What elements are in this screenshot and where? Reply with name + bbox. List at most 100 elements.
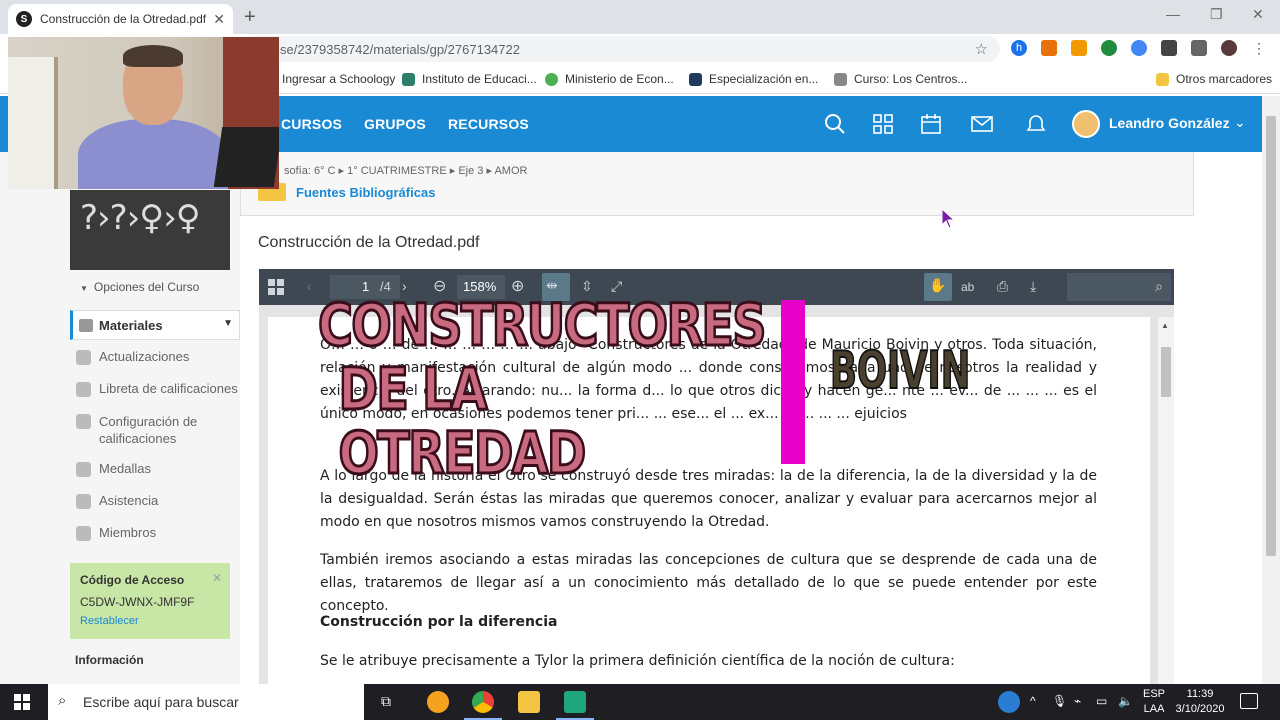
sidebar-item-label: Configuración de calificaciones: [99, 414, 198, 446]
chrome-menu-icon[interactable]: ⋮: [1251, 40, 1267, 56]
avatar[interactable]: [1072, 110, 1100, 138]
system-clock[interactable]: 11:39 3/10/2020: [1172, 687, 1228, 717]
course-options[interactable]: ▼ Opciones del Curso: [80, 280, 199, 294]
sidebar-item-label: Asistencia: [99, 493, 159, 508]
breadcrumb-item[interactable]: AMOR: [494, 165, 527, 177]
folder-row[interactable]: Fuentes Bibliográficas: [258, 183, 435, 201]
windows-start-icon[interactable]: [14, 694, 30, 710]
microphone-icon[interactable]: 🎙: [1052, 694, 1067, 708]
briefcase-extension-icon[interactable]: [1041, 40, 1057, 56]
hp-extension-icon[interactable]: h: [1011, 40, 1027, 56]
url-field[interactable]: se/2379358742/materials/gp/2767134722 ☆: [240, 36, 1000, 62]
sidebar-item-miembros[interactable]: Miembros: [76, 525, 156, 541]
search-icon: ⌕: [58, 692, 67, 709]
scrollbar-thumb[interactable]: [1266, 116, 1276, 556]
webcam-window: [8, 57, 58, 189]
scroll-up-icon[interactable]: ▲: [1161, 321, 1169, 330]
bookmark-item[interactable]: Ministerio de Econ...: [545, 72, 674, 86]
materials-icon: [79, 319, 93, 332]
breadcrumb-item[interactable]: sofía: 6° C: [284, 165, 335, 177]
new-tab-icon[interactable]: +: [244, 6, 256, 29]
window-close-icon[interactable]: ✕: [1252, 6, 1264, 23]
maximize-icon[interactable]: ❐: [1210, 6, 1223, 23]
grid-extension-icon[interactable]: [1161, 40, 1177, 56]
apps-grid-icon[interactable]: [871, 112, 895, 136]
sidebar-item-label: Medallas: [99, 461, 152, 476]
print-icon[interactable]: ⎙: [997, 278, 1008, 295]
overlay-title: CONSTRUCTORES DE LA OTREDAD: [317, 292, 768, 487]
course-image: ?›?›♀›♀: [70, 190, 230, 270]
bookmark-item[interactable]: Instituto de Educaci...: [402, 72, 537, 86]
page-scrollbar[interactable]: [1262, 96, 1280, 684]
volume-icon[interactable]: 🔈: [1118, 694, 1133, 708]
sidebar-item-medallas[interactable]: Medallas: [76, 461, 151, 477]
notifications-icon[interactable]: [1024, 112, 1048, 136]
clock-time: 11:39: [1186, 688, 1214, 700]
chevron-down-icon[interactable]: ⌄: [1234, 114, 1246, 131]
file-explorer-icon[interactable]: [518, 691, 540, 713]
sidebar-item-libreta[interactable]: Libreta de calificaciones: [76, 381, 238, 397]
task-view-icon[interactable]: ⧉: [381, 693, 391, 710]
download-icon[interactable]: ⤓: [1030, 278, 1036, 295]
search-icon[interactable]: [823, 112, 847, 136]
chromium-app-icon[interactable]: [427, 691, 449, 713]
sidebar-item-configuracion[interactable]: Configuración de calificaciones: [76, 413, 236, 447]
bookmark-star-icon[interactable]: ☆: [975, 40, 988, 58]
other-bookmarks[interactable]: Otros marcadores: [1156, 72, 1272, 86]
course-options-label: Opciones del Curso: [93, 280, 200, 294]
overlay-title-line1: CONSTRUCTORES: [317, 291, 768, 359]
show-hidden-icons[interactable]: ^: [1030, 694, 1036, 708]
thumbnails-icon[interactable]: [268, 279, 284, 295]
taskbar-search-input[interactable]: ⌕ Escribe aquí para buscar: [48, 684, 364, 720]
notification-center-icon[interactable]: [1240, 693, 1258, 709]
network-icon[interactable]: ⌁: [1074, 694, 1081, 708]
sidebar-item-label: Miembros: [99, 525, 157, 540]
folder-name[interactable]: Fuentes Bibliográficas: [296, 185, 435, 200]
profile-avatar-icon[interactable]: [1221, 40, 1237, 56]
bookmark-item[interactable]: Curso: Los Centros...: [834, 72, 967, 86]
key-extension-icon[interactable]: [1071, 40, 1087, 56]
sidebar-item-materiales[interactable]: Materiales ▼: [70, 310, 240, 340]
calendar-icon[interactable]: [919, 112, 943, 136]
nav-recursos[interactable]: RECURSOS: [448, 116, 529, 132]
sidebar-item-asistencia[interactable]: Asistencia: [76, 493, 158, 509]
browser-tab[interactable]: S Construcción de la Otredad.pdf | ✕: [8, 4, 233, 34]
pdf-section-heading: Construcción por la diferencia: [320, 614, 558, 630]
puzzle-extensions-icon[interactable]: [1191, 40, 1207, 56]
close-tab-icon[interactable]: ✕: [213, 11, 225, 28]
chrome-app-icon[interactable]: [464, 691, 502, 720]
keyboard-icon[interactable]: ▭: [1096, 694, 1107, 708]
access-code-title: Código de Acceso: [80, 573, 185, 587]
nav-grupos[interactable]: GRUPOS: [364, 116, 426, 132]
search-icon[interactable]: ⌕: [1155, 278, 1163, 295]
close-icon[interactable]: ✕: [212, 571, 222, 585]
sidebar-item-actualizaciones[interactable]: Actualizaciones: [76, 349, 189, 365]
pdf-scrollbar[interactable]: ▲: [1158, 317, 1174, 684]
user-name[interactable]: Leandro González: [1109, 115, 1230, 131]
mail-icon[interactable]: [970, 112, 994, 136]
language-indicator[interactable]: ESP LAA: [1143, 687, 1165, 717]
nav-cursos[interactable]: CURSOS: [281, 116, 342, 132]
bookmark-item[interactable]: Especialización en...: [689, 72, 818, 86]
screen-recorder-app-icon[interactable]: [556, 691, 594, 720]
mouse-cursor-icon: [942, 209, 956, 229]
sidebar-item-label: Materiales: [99, 318, 163, 333]
caret-down-icon[interactable]: ▼: [223, 318, 233, 329]
presenter-body: [78, 119, 228, 189]
bookmark-label: Ministerio de Econ...: [565, 72, 674, 86]
help-icon[interactable]: [998, 691, 1020, 713]
pdf-scroll-thumb[interactable]: [1161, 347, 1171, 397]
minimize-icon[interactable]: —: [1166, 6, 1180, 22]
bookmark-item[interactable]: Ingresar a Schoology: [262, 72, 395, 86]
reset-access-code-link[interactable]: Restablecer: [80, 615, 220, 627]
previous-page-icon[interactable]: ‹: [307, 278, 312, 294]
microphone-extension-icon[interactable]: [1131, 40, 1147, 56]
shield-extension-icon[interactable]: [1101, 40, 1117, 56]
text-select-icon[interactable]: ab: [961, 280, 974, 294]
info-heading: Información: [75, 653, 144, 667]
pdf-search-input[interactable]: ⌕: [1067, 273, 1171, 301]
breadcrumb-item[interactable]: Eje 3: [458, 165, 483, 177]
bookmark-label: Instituto de Educaci...: [422, 72, 537, 86]
breadcrumb-item[interactable]: 1° CUATRIMESTRE: [347, 165, 447, 177]
presenter-hair: [123, 45, 183, 67]
